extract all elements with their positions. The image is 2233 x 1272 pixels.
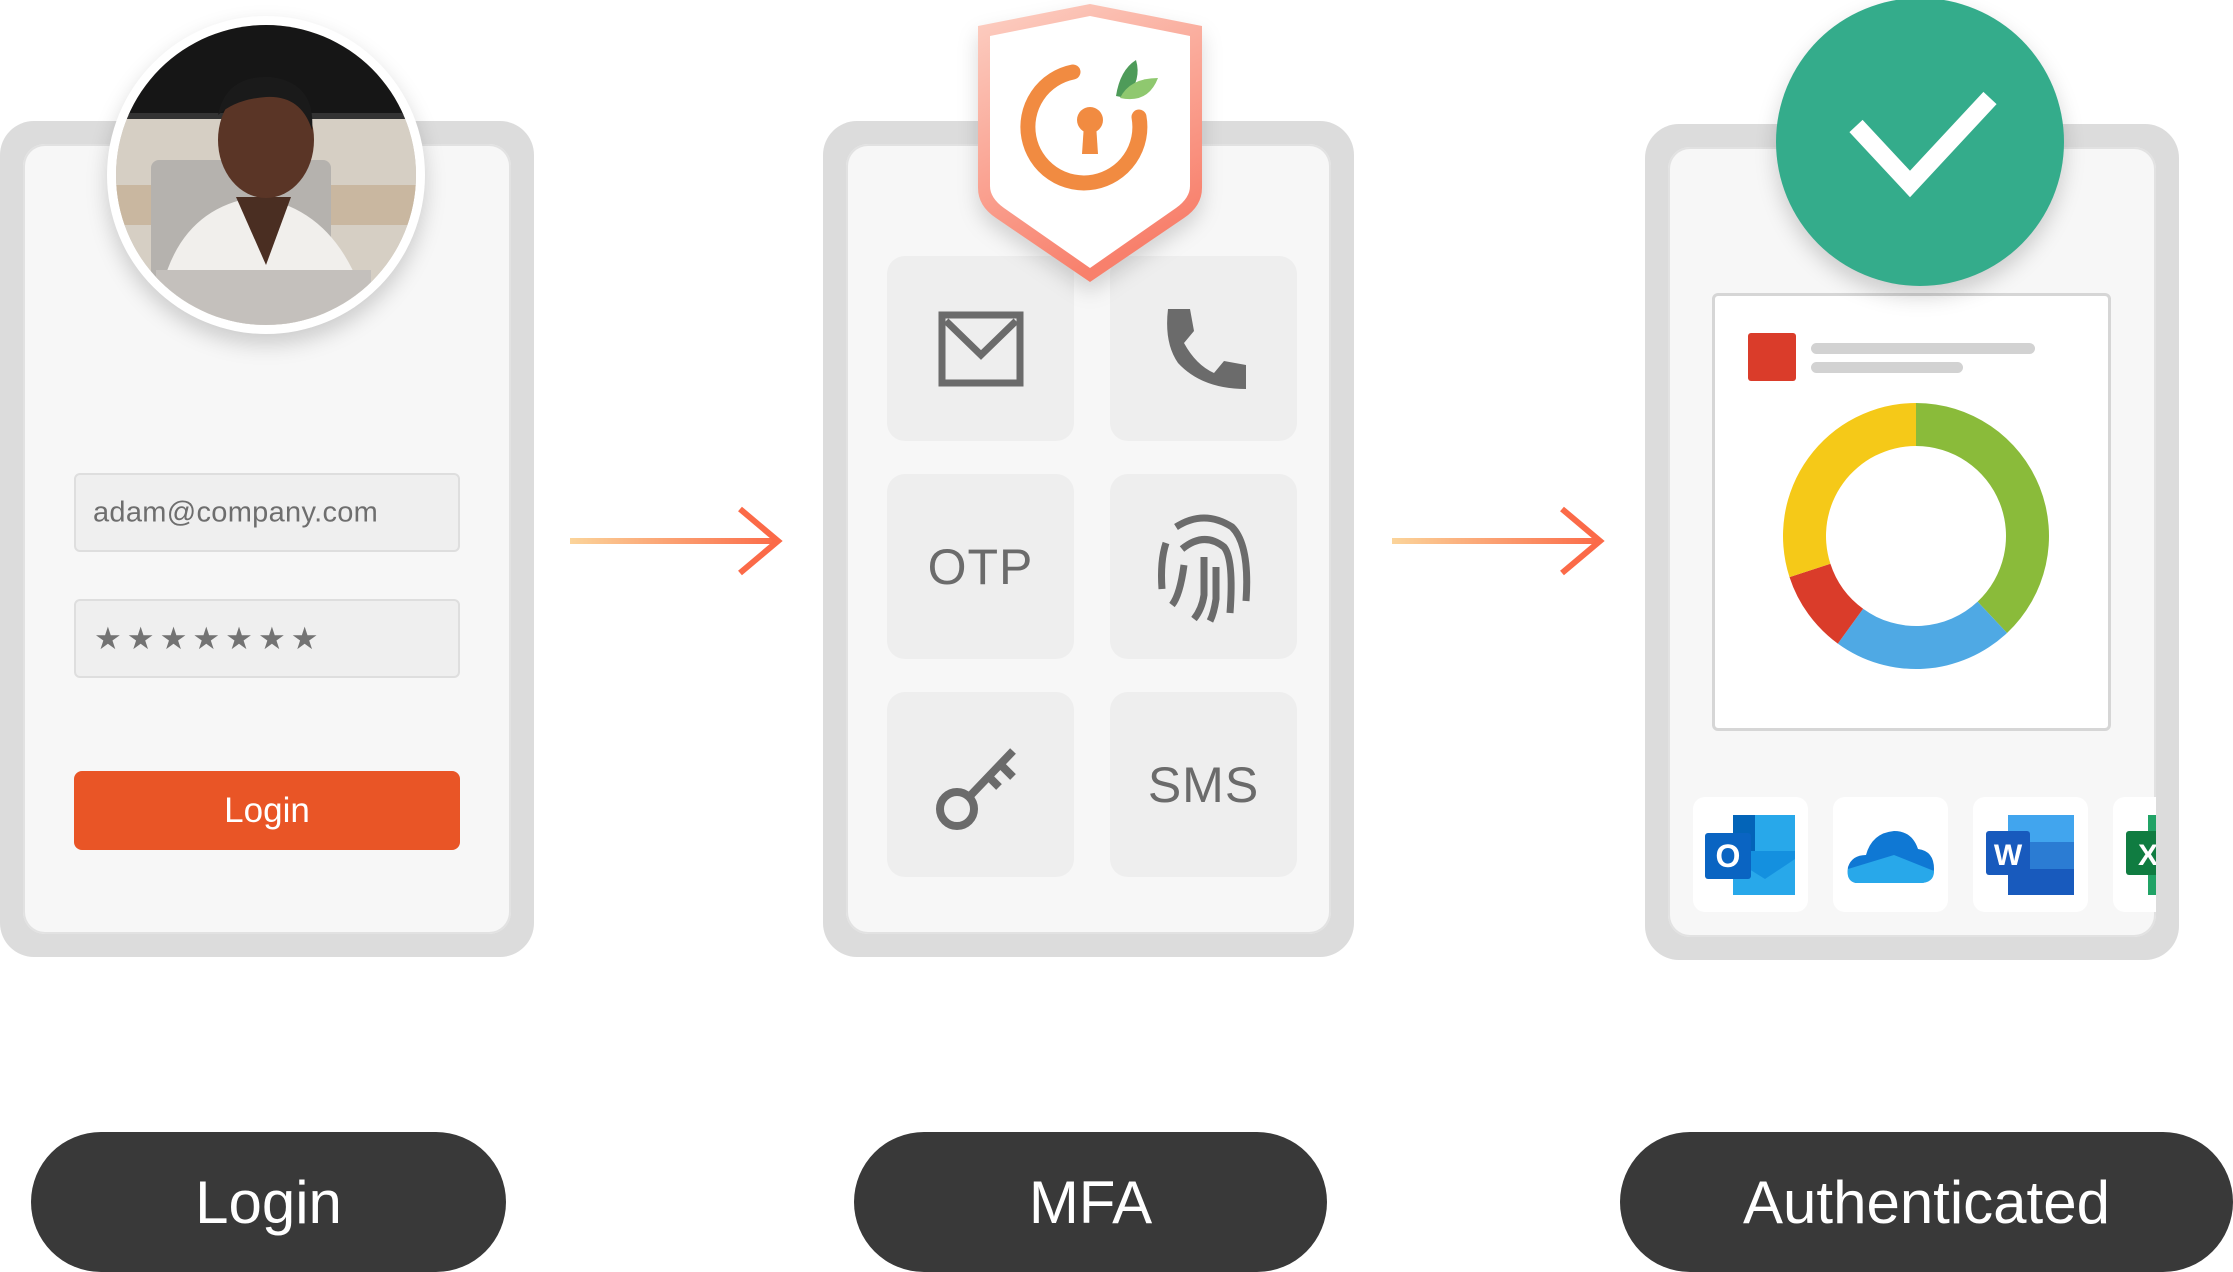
app-onedrive[interactable] — [1833, 797, 1948, 912]
step-pill-mfa: MFA — [854, 1132, 1327, 1272]
otp-label: OTP — [927, 538, 1034, 595]
user-photo — [116, 25, 416, 325]
success-check-badge — [1776, 0, 2064, 286]
donut-chart — [1783, 403, 2049, 669]
app-outlook[interactable]: O — [1693, 797, 1808, 912]
donut-slice-yellow — [1783, 403, 1916, 578]
step-pill-authenticated: Authenticated — [1620, 1132, 2233, 1272]
donut-slice-green — [1916, 403, 2049, 633]
email-field[interactable]: adam@company.com — [74, 473, 460, 552]
login-button[interactable]: Login — [74, 771, 460, 850]
step-pill-login: Login — [31, 1132, 506, 1272]
mfa-method-security-key[interactable] — [887, 692, 1074, 877]
svg-text:X: X — [2137, 839, 2156, 872]
key-icon — [935, 747, 1016, 830]
arrow-right-icon — [1392, 506, 1605, 576]
word-icon: W — [1985, 814, 2074, 895]
email-value: adam@company.com — [93, 496, 379, 528]
svg-text:O: O — [1715, 838, 1740, 874]
report-title-line — [1811, 343, 2035, 354]
app-excel[interactable]: X — [2113, 797, 2156, 912]
mfa-method-otp[interactable]: OTP — [887, 474, 1074, 659]
app-word[interactable]: W — [1973, 797, 2088, 912]
security-shield-logo — [978, 4, 1202, 282]
report-subtitle-line — [1811, 362, 1963, 373]
envelope-icon — [938, 311, 1023, 386]
user-avatar — [107, 16, 425, 334]
person-photo-illustration — [116, 25, 416, 325]
dashboard-report — [1712, 293, 2111, 731]
onedrive-icon — [1847, 830, 1934, 883]
excel-icon: X — [2125, 814, 2156, 895]
outlook-icon: O — [1704, 814, 1795, 895]
password-field[interactable]: ★★★★★★★ — [74, 599, 460, 678]
password-mask: ★★★★★★★ — [94, 620, 324, 656]
mfa-method-fingerprint[interactable] — [1110, 474, 1297, 659]
svg-text:W: W — [1993, 839, 2022, 872]
fingerprint-icon — [1157, 514, 1250, 623]
phone-icon — [1166, 308, 1246, 389]
report-thumbnail — [1748, 333, 1796, 381]
arrow-right-icon — [570, 506, 783, 576]
sms-label: SMS — [1147, 756, 1260, 813]
donut-slice-blue — [1837, 601, 2008, 669]
checkmark-icon — [1849, 91, 1997, 198]
mfa-method-sms[interactable]: SMS — [1110, 692, 1297, 877]
